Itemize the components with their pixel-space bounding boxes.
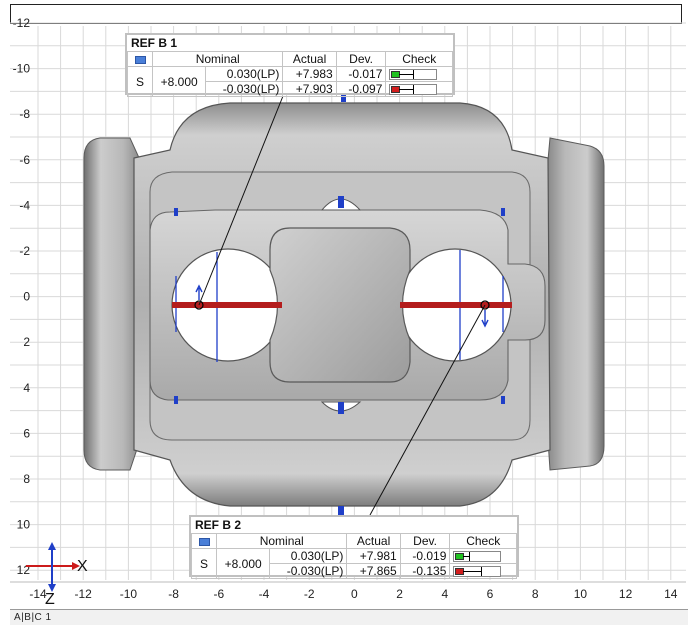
ref-b1-dev-upper: -0.017: [335, 66, 387, 82]
datum-marker: [501, 396, 505, 404]
x-tick-label: -10: [120, 587, 138, 601]
measurement-bar-right: [400, 302, 512, 308]
ref-b1-actual-lower: +7.903: [282, 81, 337, 97]
ref-b2-dev-upper: -0.019: [399, 548, 451, 564]
datum-marker: [338, 196, 344, 208]
ref-b1-tol-upper: 0.030(LP): [205, 66, 284, 82]
measurement-bar-left: [172, 302, 282, 308]
ref-b1-type: S: [127, 66, 153, 97]
triad-x-label: X: [77, 558, 88, 575]
y-tick-label: 6: [23, 426, 30, 440]
ref-b2-header-nominal: Nominal: [215, 533, 348, 549]
left-side-block: [83, 137, 141, 471]
triad-z-label: Z: [45, 591, 55, 606]
ref-b1-check-lower: [385, 81, 453, 97]
y-tick-label: 10: [17, 518, 31, 532]
ref-b1-actual-upper: +7.983: [282, 66, 337, 82]
ref-b2-tol-lower: -0.030(LP): [269, 563, 348, 579]
ref-b1-header-check: Check: [385, 51, 453, 67]
ref-b2-actual-lower: +7.865: [346, 563, 401, 579]
ref-b1-header-nominal: Nominal: [151, 51, 284, 67]
x-tick-label: -12: [75, 587, 93, 601]
ref-b1-header-actual: Actual: [282, 51, 337, 67]
part-model[interactable]: [83, 92, 605, 516]
x-tick-label: 12: [619, 587, 633, 601]
ref-b2-check-lower: [449, 563, 517, 579]
x-tick-label: 8: [532, 587, 539, 601]
x-tick-label: -6: [213, 587, 224, 601]
datum-marker: [338, 402, 344, 414]
x-tick-label: -4: [259, 587, 270, 601]
center-boss: [269, 227, 411, 383]
y-tick-label: 2: [23, 335, 30, 349]
x-tick-label: 4: [441, 587, 448, 601]
ref-b2-table: Nominal Actual Dev. Check S +8.000 0.030…: [191, 533, 517, 579]
y-tick-label: -6: [19, 153, 30, 167]
x-tick-label: 2: [396, 587, 403, 601]
ref-b1-table: Nominal Actual Dev. Check S +8.000 0.030…: [127, 51, 453, 97]
ref-b2-header-dev: Dev.: [399, 533, 451, 549]
datum-marker: [174, 396, 178, 404]
ref-b2-tol-upper: 0.030(LP): [269, 548, 348, 564]
y-tick-label: 0: [23, 290, 30, 304]
x-tick-label: -8: [168, 587, 179, 601]
status-bar: A|B|C 1: [10, 609, 688, 625]
right-side-block: [547, 137, 605, 471]
x-tick-label: 14: [664, 587, 678, 601]
ref-b2-square-icon: [198, 537, 210, 546]
ref-b2-nominal: +8.000: [215, 548, 271, 579]
ref-b2-title: REF B 2: [195, 518, 242, 532]
ref-b2-check-upper: [449, 548, 517, 564]
y-tick-label: -2: [19, 244, 30, 258]
ref-b1-title: REF B 1: [131, 36, 178, 50]
ref-b1-square-icon: [134, 55, 146, 64]
datum-marker: [501, 208, 505, 216]
y-tick-label: -10: [13, 62, 31, 76]
ref-b1-check-upper: [385, 66, 453, 82]
ref-b1-header-dev: Dev.: [335, 51, 387, 67]
y-tick-label: -4: [19, 198, 30, 212]
ref-b2-header-check: Check: [449, 533, 517, 549]
x-axis-labels: -14 -12 -10 -8 -6 -4 -2 0 2 4 6 8 10 12 14: [29, 587, 677, 601]
ref-b1-tol-lower: -0.030(LP): [205, 81, 284, 97]
ref-b2-dev-lower: -0.135: [399, 563, 451, 579]
x-tick-label: 0: [351, 587, 358, 601]
ref-b1-nominal: +8.000: [151, 66, 207, 97]
x-tick-label: 6: [487, 587, 494, 601]
ref-b1-callout[interactable]: REF B 1 Nominal Actual Dev. Check S +8.0…: [125, 33, 455, 97]
x-tick-label: -2: [304, 587, 315, 601]
y-tick-label: -12: [13, 16, 31, 30]
x-tick-label: 10: [574, 587, 588, 601]
ref-b1-dev-lower: -0.097: [335, 81, 387, 97]
y-tick-label: 4: [23, 381, 30, 395]
ref-b2-type: S: [191, 548, 217, 579]
ref-b2-actual-upper: +7.981: [346, 548, 401, 564]
ref-b2-header-actual: Actual: [346, 533, 401, 549]
y-tick-label: 8: [23, 472, 30, 486]
datum-marker: [174, 208, 178, 216]
y-tick-label: -8: [19, 107, 30, 121]
ref-b2-callout[interactable]: REF B 2 Nominal Actual Dev. Check S +8.0…: [189, 515, 519, 579]
